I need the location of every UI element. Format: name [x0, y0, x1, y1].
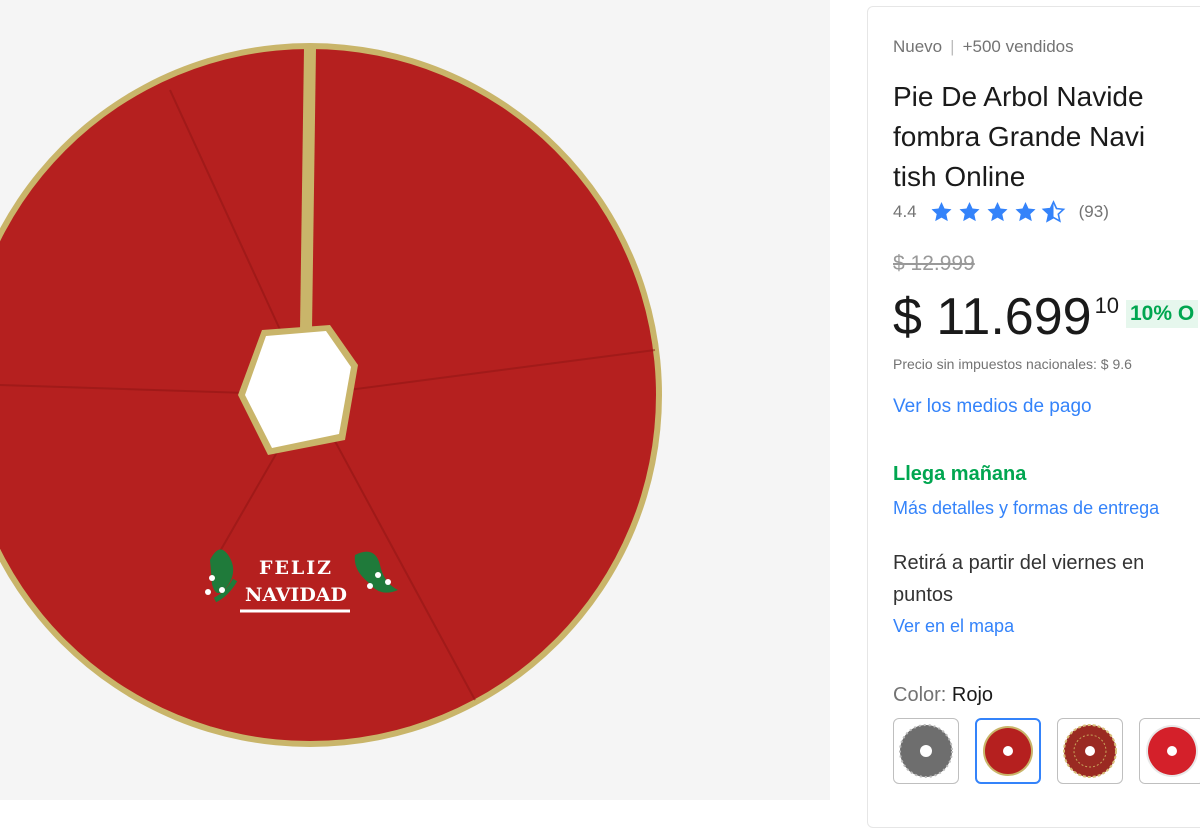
- review-count: (93): [1078, 202, 1109, 221]
- red-bright-skirt-thumbnail: [1146, 725, 1198, 777]
- star-full-icon: [987, 202, 1008, 222]
- pickup-info: Retirá a partir del viernes en puntos: [893, 547, 1200, 611]
- color-swatch-red-pattern[interactable]: [1057, 718, 1123, 784]
- star-half-icon: [1041, 200, 1065, 223]
- rating-stars: [929, 200, 1069, 224]
- tree-skirt-image: FELIZ NAVIDAD: [0, 43, 662, 747]
- selected-color: Rojo: [951, 684, 994, 706]
- star-full-icon: [931, 202, 952, 222]
- view-map-link[interactable]: Ver en el mapa: [893, 616, 1014, 637]
- sold-count: +500 vendidos: [962, 37, 1074, 56]
- gray-skirt-thumbnail: [899, 724, 953, 778]
- color-label-prefix: Color:: [893, 684, 952, 706]
- delivery-details-link[interactable]: Más detalles y formas de entrega: [893, 498, 1159, 519]
- color-swatch-red[interactable]: [975, 718, 1041, 784]
- price-amount: $ 11.699: [893, 288, 1092, 346]
- red-pattern-skirt-thumbnail: [1063, 724, 1117, 778]
- subtitle-separator: |: [950, 37, 955, 56]
- discount-badge: 10% O: [1126, 300, 1199, 328]
- rating-summary[interactable]: 4.4 (93): [893, 200, 1109, 224]
- price-cents: 10: [1094, 293, 1120, 318]
- original-price: $ 12.999: [893, 252, 975, 275]
- pickup-line: puntos: [893, 584, 954, 606]
- product-subtitle: Nuevo | +500 vendidos: [893, 37, 1074, 57]
- tax-note: Precio sin impuestos nacionales: $ 9.6: [893, 356, 1132, 372]
- current-price: $ 11.699 10: [893, 287, 1119, 347]
- product-image-gallery: FELIZ NAVIDAD: [0, 0, 830, 800]
- title-line: fombra Grande Navi: [893, 121, 1146, 152]
- product-info-panel: Nuevo | +500 vendidos Pie De Arbol Navide …: [867, 6, 1200, 828]
- color-swatch-red-bright[interactable]: [1139, 718, 1200, 784]
- title-line: tish Online: [893, 161, 1026, 192]
- rating-value: 4.4: [893, 202, 917, 221]
- image-text-feliz: FELIZ: [259, 557, 333, 579]
- title-line: Pie De Arbol Navide: [893, 81, 1144, 112]
- product-title: Pie De Arbol Navide fombra Grande Navi t…: [893, 77, 1200, 197]
- payment-methods-link[interactable]: Ver los medios de pago: [893, 396, 1092, 418]
- image-text-navidad: NAVIDAD: [245, 584, 347, 606]
- red-skirt-thumbnail: [983, 726, 1033, 776]
- color-label: Color: Rojo: [893, 684, 993, 707]
- arrival-status: Llega mañana: [893, 463, 1027, 485]
- pickup-line: Retirá a partir del viernes en: [893, 552, 1145, 574]
- star-full-icon: [959, 202, 980, 222]
- color-swatch-gray[interactable]: [893, 718, 959, 784]
- condition-label: Nuevo: [893, 37, 943, 56]
- star-full-icon: [1015, 202, 1036, 222]
